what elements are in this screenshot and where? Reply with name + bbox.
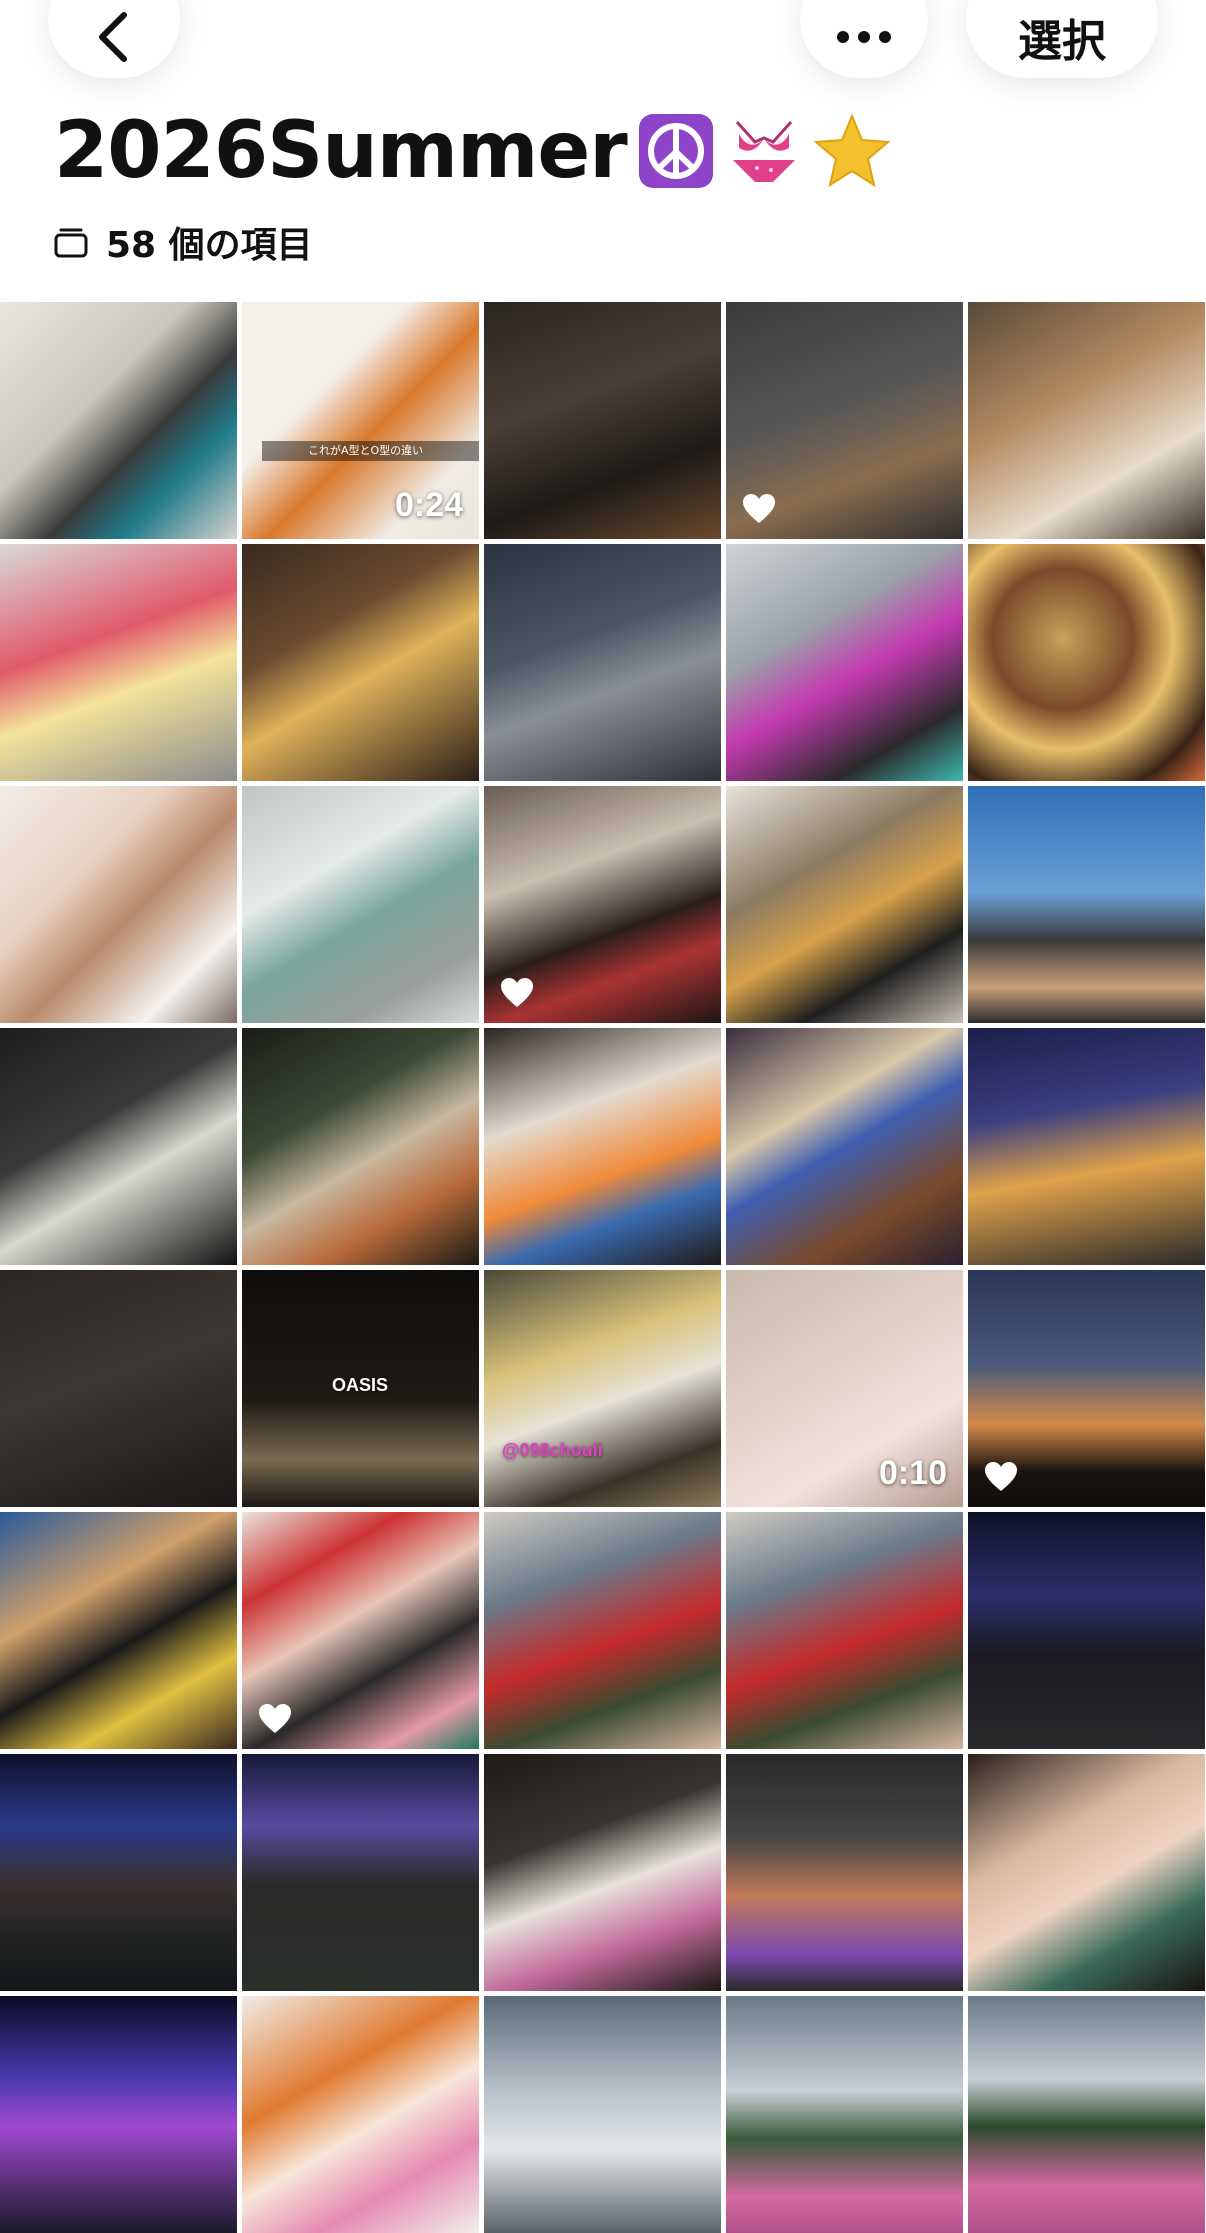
photo-thumbnail[interactable] — [0, 786, 237, 1023]
photo-thumbnail[interactable] — [968, 1512, 1205, 1749]
photo-grid: これがA型とO型の違い 0:24 OASIS @098chouli 0:10 — [0, 302, 1206, 2233]
photo-thumbnail[interactable] — [968, 544, 1205, 781]
video-duration-label: 0:24 — [394, 486, 463, 524]
top-navigation-bar: 選択 — [0, 0, 1206, 110]
back-button[interactable] — [48, 0, 180, 78]
favorite-heart-icon — [258, 1703, 292, 1735]
photo-thumbnail[interactable] — [242, 1028, 479, 1265]
photo-thumbnail[interactable] — [484, 1754, 721, 1991]
photo-thumbnail[interactable] — [242, 786, 479, 1023]
favorite-heart-icon — [500, 977, 534, 1009]
photo-thumbnail[interactable]: @098chouli — [484, 1270, 721, 1507]
photo-thumbnail[interactable] — [726, 1512, 963, 1749]
photo-thumbnail[interactable] — [726, 786, 963, 1023]
photo-thumbnail[interactable]: OASIS — [242, 1270, 479, 1507]
album-item-count-label: 58 個の項目 — [106, 225, 313, 266]
album-title: 2026Summer — [54, 112, 1166, 190]
album-header: 2026Summer 58 個の項目 — [54, 112, 1166, 268]
ellipsis-icon — [837, 31, 891, 43]
stack-icon — [54, 228, 88, 258]
photo-thumbnail[interactable] — [968, 1996, 1205, 2233]
album-title-text: 2026Summer — [54, 106, 628, 196]
photo-thumbnail[interactable] — [242, 1996, 479, 2233]
photo-thumbnail[interactable]: 0:10 — [726, 1270, 963, 1507]
chevron-left-icon — [99, 12, 127, 62]
photo-thumbnail[interactable] — [726, 302, 963, 539]
photo-thumbnail[interactable] — [0, 1996, 237, 2233]
photo-thumbnail[interactable] — [0, 1512, 237, 1749]
more-options-button[interactable] — [800, 0, 928, 78]
photo-thumbnail[interactable] — [484, 1512, 721, 1749]
photo-thumbnail[interactable] — [968, 786, 1205, 1023]
select-button-label: 選択 — [1018, 16, 1106, 67]
star-emoji-icon — [813, 113, 891, 188]
favorite-heart-icon — [742, 493, 776, 525]
photo-thumbnail[interactable] — [484, 544, 721, 781]
photo-thumbnail[interactable] — [0, 302, 237, 539]
photo-thumbnail[interactable] — [242, 544, 479, 781]
favorite-heart-icon — [984, 1461, 1018, 1493]
photo-thumbnail[interactable] — [242, 1754, 479, 1991]
photo-thumbnail[interactable] — [242, 1512, 479, 1749]
photo-thumbnail[interactable] — [0, 1270, 237, 1507]
photo-thumbnail[interactable] — [968, 1754, 1205, 1991]
album-item-count: 58 個の項目 — [54, 216, 1166, 268]
photo-thumbnail[interactable]: これがA型とO型の違い 0:24 — [242, 302, 479, 539]
photo-overlay-text: @098chouli — [502, 1440, 603, 1460]
photo-thumbnail[interactable] — [484, 786, 721, 1023]
photo-overlay-text: OASIS — [332, 1375, 389, 1395]
peace-symbol-emoji-icon — [638, 114, 713, 188]
photo-thumbnail[interactable] — [0, 1754, 237, 1991]
photo-thumbnail[interactable] — [726, 1754, 963, 1991]
photo-thumbnail[interactable] — [484, 1996, 721, 2233]
photo-thumbnail[interactable] — [968, 1270, 1205, 1507]
photo-thumbnail[interactable] — [726, 1996, 963, 2233]
photo-thumbnail[interactable] — [484, 302, 721, 539]
photo-thumbnail[interactable] — [726, 1028, 963, 1265]
photo-thumbnail[interactable] — [484, 1028, 721, 1265]
photo-thumbnail[interactable] — [0, 1028, 237, 1265]
video-duration-label: 0:10 — [878, 1454, 947, 1492]
video-caption-text: これがA型とO型の違い — [262, 441, 479, 461]
photo-thumbnail[interactable] — [0, 544, 237, 781]
bikini-emoji-icon — [732, 120, 795, 182]
photo-thumbnail[interactable] — [968, 1028, 1205, 1265]
photo-thumbnail[interactable] — [726, 544, 963, 781]
photo-thumbnail[interactable] — [968, 302, 1205, 539]
select-button[interactable]: 選択 — [966, 0, 1158, 78]
